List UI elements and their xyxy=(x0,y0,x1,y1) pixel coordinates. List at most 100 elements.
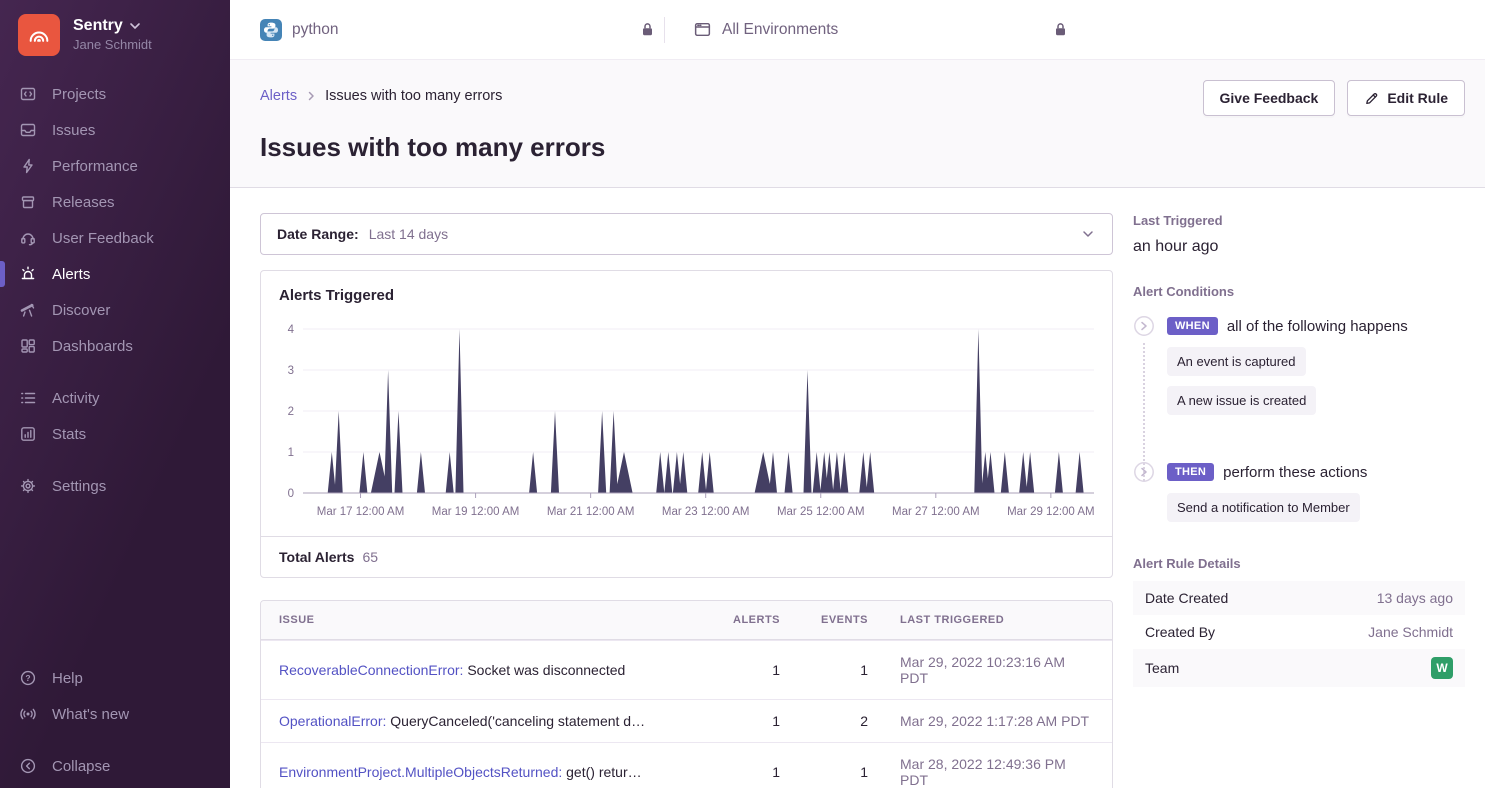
condition-pill: A new issue is created xyxy=(1167,386,1316,415)
sidebar-item-user-feedback[interactable]: User Feedback xyxy=(0,220,230,256)
svg-text:Mar 21 12:00 AM: Mar 21 12:00 AM xyxy=(547,506,635,518)
detail-label: Team xyxy=(1145,660,1179,676)
svg-text:Mar 25 12:00 AM: Mar 25 12:00 AM xyxy=(777,506,865,518)
sidebar-item-label: Settings xyxy=(52,478,106,495)
detail-row: Team W xyxy=(1133,649,1465,687)
environment-lock-icon[interactable] xyxy=(1052,21,1069,38)
then-badge: THEN xyxy=(1167,463,1214,481)
nav-group-gap xyxy=(0,452,230,468)
sidebar-item-alerts[interactable]: Alerts xyxy=(0,256,230,292)
user-feedback-icon xyxy=(18,229,38,247)
page-title: Issues with too many errors xyxy=(260,132,1465,163)
column-header-events: EVENTS xyxy=(780,614,868,626)
alert-conditions-heading: Alert Conditions xyxy=(1133,284,1465,299)
nav-group-gap xyxy=(0,364,230,380)
sidebar-item-issues[interactable]: Issues xyxy=(0,112,230,148)
topbar: python All Environments xyxy=(230,0,1485,60)
app-root: Sentry Jane Schmidt Projects Issues Perf… xyxy=(0,0,1485,788)
sidebar-item-activity[interactable]: Activity xyxy=(0,380,230,416)
total-alerts-value: 65 xyxy=(362,549,378,565)
conditions-spacer xyxy=(1167,415,1465,461)
edit-rule-button[interactable]: Edit Rule xyxy=(1347,80,1465,116)
column-header-alerts: ALERTS xyxy=(696,614,780,626)
sidebar-item-label: Alerts xyxy=(52,266,90,283)
project-lock-icon[interactable] xyxy=(639,21,656,38)
sidebar-item-label: Help xyxy=(52,670,83,687)
svg-text:Mar 17 12:00 AM: Mar 17 12:00 AM xyxy=(317,506,405,518)
svg-text:Mar 19 12:00 AM: Mar 19 12:00 AM xyxy=(432,506,520,518)
chevron-right-circle-icon xyxy=(1133,461,1155,483)
performance-icon xyxy=(18,157,38,175)
sidebar-item-label: Activity xyxy=(52,390,100,407)
breadcrumb-alerts-link[interactable]: Alerts xyxy=(260,88,297,104)
date-range-dropdown[interactable]: Date Range: Last 14 days xyxy=(260,213,1113,255)
issues-icon xyxy=(18,121,38,139)
then-condition-group: THEN perform these actions Send a notifi… xyxy=(1133,461,1465,522)
last-triggered-value: an hour ago xyxy=(1133,238,1465,256)
sidebar-item-label: Discover xyxy=(52,302,110,319)
condition-pill: An event is captured xyxy=(1167,347,1306,376)
issue-link[interactable]: RecoverableConnectionError: xyxy=(279,662,463,678)
sidebar-item-discover[interactable]: Discover xyxy=(0,292,230,328)
alerts-icon xyxy=(18,265,38,283)
last-triggered-date: Mar 29, 2022 1:17:28 AM PDT xyxy=(868,713,1112,729)
sidebar-item-label: Projects xyxy=(52,86,106,103)
environment-selector[interactable]: All Environments xyxy=(665,20,1069,39)
then-text: perform these actions xyxy=(1223,464,1367,481)
action-pill: Send a notification to Member xyxy=(1167,493,1360,522)
column-header-issue: ISSUE xyxy=(261,614,696,626)
sidebar-collapse-button[interactable]: Collapse xyxy=(0,748,230,784)
sentry-logo xyxy=(18,14,60,56)
svg-text:1: 1 xyxy=(288,447,294,459)
gear-icon xyxy=(18,477,38,495)
svg-text:3: 3 xyxy=(288,365,294,377)
alert-rule-details-list: Date Created 13 days ago Created By Jane… xyxy=(1133,581,1465,687)
sidebar-item-projects[interactable]: Projects xyxy=(0,76,230,112)
table-row: RecoverableConnectionError: Socket was d… xyxy=(261,640,1112,699)
sidebar-item-dashboards[interactable]: Dashboards xyxy=(0,328,230,364)
issue-link[interactable]: OperationalError: xyxy=(279,713,386,729)
sidebar-item-performance[interactable]: Performance xyxy=(0,148,230,184)
events-count: 2 xyxy=(780,713,868,729)
chart-footer: Total Alerts65 xyxy=(261,536,1112,577)
give-feedback-button[interactable]: Give Feedback xyxy=(1203,80,1336,116)
alerts-count: 1 xyxy=(696,662,780,678)
events-count: 1 xyxy=(780,662,868,678)
sidebar-item-label: Stats xyxy=(52,426,86,443)
sidebar-item-label: Issues xyxy=(52,122,95,139)
sidebar: Sentry Jane Schmidt Projects Issues Perf… xyxy=(0,0,230,788)
last-triggered-heading: Last Triggered xyxy=(1133,213,1465,228)
org-switcher[interactable]: Sentry Jane Schmidt xyxy=(0,14,230,56)
project-selector[interactable]: python xyxy=(260,19,656,41)
sidebar-item-help[interactable]: ? Help xyxy=(0,660,230,696)
last-triggered-date: Mar 29, 2022 10:23:16 AM PDT xyxy=(868,654,1112,686)
sidebar-item-settings[interactable]: Settings xyxy=(0,468,230,504)
sidebar-item-label: User Feedback xyxy=(52,230,154,247)
issue-link[interactable]: EnvironmentProject.MultipleObjectsReturn… xyxy=(279,764,562,780)
sidebar-item-label: Performance xyxy=(52,158,138,175)
main-area: python All Environments Alerts Issues wi… xyxy=(230,0,1485,788)
sidebar-item-label: Collapse xyxy=(52,758,110,775)
sidebar-item-releases[interactable]: Releases xyxy=(0,184,230,220)
content: Date Range: Last 14 days Alerts Triggere… xyxy=(230,188,1485,788)
alert-rule-details-heading: Alert Rule Details xyxy=(1133,556,1465,571)
help-icon: ? xyxy=(18,669,38,687)
date-range-label: Date Range: xyxy=(277,226,359,242)
when-condition-group: WHEN all of the following happens An eve… xyxy=(1133,315,1465,461)
detail-label: Date Created xyxy=(1145,590,1228,606)
issue-description: Socket was disconnected xyxy=(467,662,625,678)
last-triggered-date: Mar 28, 2022 12:49:36 PM PDT xyxy=(868,756,1112,788)
detail-value: 13 days ago xyxy=(1377,590,1453,606)
issues-table: ISSUE ALERTS EVENTS LAST TRIGGERED Recov… xyxy=(260,600,1113,788)
issue-description: QueryCanceled('canceling statement d… xyxy=(390,713,645,729)
table-row: OperationalError: QueryCanceled('canceli… xyxy=(261,699,1112,742)
breadcrumb-chevron-icon xyxy=(305,90,317,102)
sidebar-item-stats[interactable]: Stats xyxy=(0,416,230,452)
chevron-right-circle-icon xyxy=(1133,315,1155,337)
activity-icon xyxy=(18,389,38,407)
sidebar-item-whats-new[interactable]: What's new xyxy=(0,696,230,732)
when-badge: WHEN xyxy=(1167,317,1218,335)
team-avatar-badge: W xyxy=(1431,657,1453,679)
nav-group-gap xyxy=(0,732,230,748)
alerts-chart-card: Alerts Triggered 01234Mar 17 12:00 AMMar… xyxy=(260,270,1113,578)
